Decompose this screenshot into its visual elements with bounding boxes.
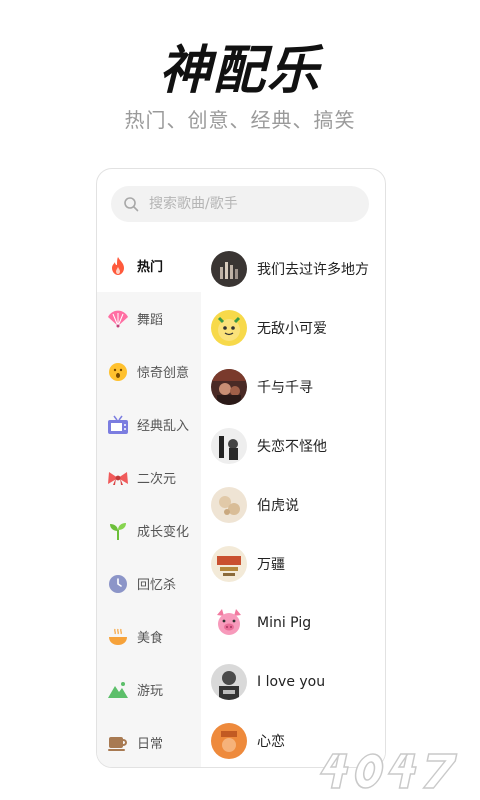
category-item-hot[interactable]: 热门 bbox=[97, 239, 201, 292]
search-icon bbox=[124, 197, 139, 212]
category-label: 回忆杀 bbox=[137, 578, 177, 593]
category-item-memory[interactable]: 回忆杀 bbox=[97, 557, 201, 610]
category-item-anime[interactable]: 二次元 bbox=[97, 451, 201, 504]
song-item[interactable]: 伯虎说 bbox=[201, 475, 385, 534]
song-item[interactable]: 我们去过许多地方 bbox=[201, 239, 385, 298]
category-label: 经典乱入 bbox=[137, 419, 190, 434]
song-cover bbox=[211, 604, 247, 641]
tv-icon bbox=[107, 414, 129, 436]
song-list: 我们去过许多地方 无敌小可爱 千与千寻 失恋不怪他 伯虎说 万疆 Mini Pi… bbox=[201, 239, 385, 767]
song-item[interactable]: 千与千寻 bbox=[201, 357, 385, 416]
song-title: 心恋 bbox=[257, 733, 285, 750]
song-cover bbox=[211, 545, 247, 582]
song-title: 失恋不怪他 bbox=[257, 438, 327, 455]
bow-icon bbox=[107, 467, 129, 489]
song-cover bbox=[211, 427, 247, 464]
song-cover bbox=[211, 722, 247, 759]
category-label: 成长变化 bbox=[137, 525, 190, 540]
song-cover bbox=[211, 250, 247, 287]
bowl-icon bbox=[107, 626, 129, 648]
page-title: 神配乐 bbox=[158, 41, 321, 101]
app-panel: 热门 舞蹈 惊奇创意 经典乱入 二次元 bbox=[96, 168, 386, 768]
song-title: 无敌小可爱 bbox=[257, 320, 327, 337]
song-title: 我们去过许多地方 bbox=[257, 261, 369, 278]
category-item-creative[interactable]: 惊奇创意 bbox=[97, 345, 201, 398]
clock-icon bbox=[107, 573, 129, 595]
page-subtitle: 热门、创意、经典、搞笑 bbox=[124, 108, 356, 132]
category-sidebar: 热门 舞蹈 惊奇创意 经典乱入 二次元 成长变化 回忆杀 美食 游玩 日常 bbox=[97, 239, 201, 767]
song-item[interactable]: 无敌小可爱 bbox=[201, 298, 385, 357]
category-item-food[interactable]: 美食 bbox=[97, 610, 201, 663]
category-item-classic[interactable]: 经典乱入 bbox=[97, 398, 201, 451]
surprised-face-icon bbox=[107, 361, 129, 383]
fan-icon bbox=[107, 308, 129, 330]
song-cover bbox=[211, 309, 247, 346]
sprout-icon bbox=[107, 520, 129, 542]
category-item-dance[interactable]: 舞蹈 bbox=[97, 292, 201, 345]
search-input[interactable] bbox=[149, 196, 349, 212]
watermark-logo bbox=[319, 753, 458, 789]
song-cover bbox=[211, 368, 247, 405]
category-label: 二次元 bbox=[137, 472, 177, 487]
song-item[interactable]: 失恋不怪他 bbox=[201, 416, 385, 475]
category-label: 游玩 bbox=[137, 684, 164, 699]
song-title: 万疆 bbox=[257, 556, 285, 573]
category-label: 美食 bbox=[137, 631, 164, 646]
song-cover bbox=[211, 663, 247, 700]
coffee-cup-icon bbox=[107, 732, 129, 754]
song-item[interactable]: Mini Pig bbox=[201, 593, 385, 652]
song-title: Mini Pig bbox=[257, 614, 312, 631]
song-title: I love you bbox=[257, 673, 326, 690]
category-item-growth[interactable]: 成长变化 bbox=[97, 504, 201, 557]
category-label: 舞蹈 bbox=[137, 313, 164, 328]
category-item-travel[interactable]: 游玩 bbox=[97, 663, 201, 716]
song-title: 伯虎说 bbox=[257, 497, 299, 514]
category-label: 惊奇创意 bbox=[137, 366, 190, 381]
song-item[interactable]: I love you bbox=[201, 652, 385, 711]
category-label: 日常 bbox=[137, 737, 164, 752]
song-cover bbox=[211, 486, 247, 523]
search-bar[interactable] bbox=[111, 186, 369, 222]
song-item[interactable]: 万疆 bbox=[201, 534, 385, 593]
category-item-daily[interactable]: 日常 bbox=[97, 716, 201, 767]
mountain-icon bbox=[107, 679, 129, 701]
fire-icon bbox=[107, 255, 129, 277]
song-title: 千与千寻 bbox=[257, 379, 313, 396]
category-label: 热门 bbox=[137, 260, 164, 275]
